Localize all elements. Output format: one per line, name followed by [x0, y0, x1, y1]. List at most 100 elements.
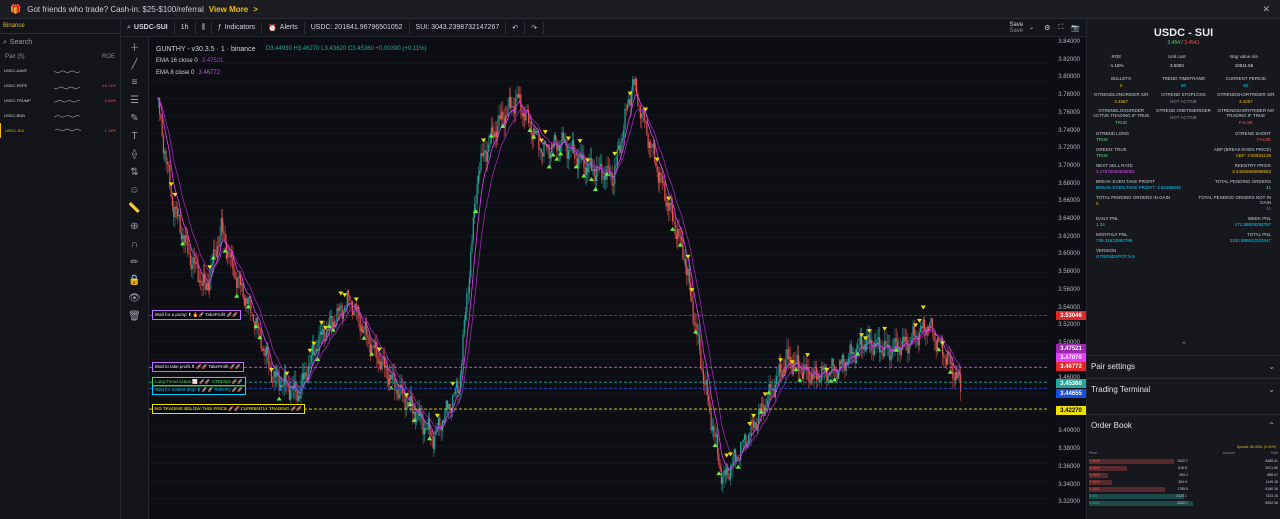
- candle-body: [191, 265, 193, 269]
- candle-body: [237, 278, 239, 288]
- crosshair-icon[interactable]: ＋: [121, 37, 148, 55]
- text-icon[interactable]: T: [121, 127, 148, 145]
- candle-body: [660, 172, 662, 176]
- order-book-row[interactable]: 3.4542 351.9 1145.15: [1089, 480, 1278, 485]
- ob-total: 6388.41: [1265, 459, 1278, 463]
- pair-row[interactable]: USDC-SUI -1.16%: [0, 123, 120, 138]
- candle-body: [794, 362, 796, 365]
- status-value: 0: [1119, 83, 1123, 88]
- emoji-icon[interactable]: ☺: [121, 181, 148, 199]
- order-book-row[interactable]: 3.4539 2432.7 8402.36: [1089, 501, 1278, 506]
- candle-body: [659, 172, 661, 183]
- candle-body: [776, 376, 778, 385]
- stat-value: 2100.888622023447: [1229, 238, 1271, 243]
- brush-icon[interactable]: ✎: [121, 109, 148, 127]
- save-button[interactable]: Save Save: [1003, 22, 1029, 34]
- buy-marker: [832, 377, 838, 382]
- candle-body: [900, 349, 903, 356]
- order-book-row[interactable]: 3.4544 616.8 2021.56: [1089, 466, 1278, 471]
- candle-body: [749, 435, 751, 437]
- pair-row[interactable]: USDC-AAVE: [0, 63, 120, 78]
- candle-body: [338, 307, 341, 311]
- candle-type-button[interactable]: ⫼: [196, 21, 212, 34]
- candle-body: [851, 352, 854, 354]
- ruler-icon[interactable]: 📏: [121, 199, 148, 217]
- fib-icon[interactable]: ☰: [121, 91, 148, 109]
- order-book-row[interactable]: 3.454 2123.1 7333.15: [1089, 494, 1278, 499]
- alerts-button[interactable]: ⏰ Alerts: [262, 21, 305, 34]
- status-cell: BULLETS 0: [1091, 76, 1151, 88]
- exchange-tab[interactable]: Binance: [0, 19, 120, 34]
- gear-icon[interactable]: ⚙: [1044, 24, 1050, 32]
- pair-row[interactable]: USDC-TRUMP -3.85%: [0, 93, 120, 108]
- candle-body: [254, 321, 256, 330]
- sell-marker: [538, 138, 544, 143]
- trendline-icon[interactable]: ╱: [121, 55, 148, 73]
- candle-body: [686, 266, 688, 276]
- candle-body: [504, 115, 507, 127]
- candle-body: [518, 94, 521, 99]
- candle-body: [489, 142, 491, 145]
- candle-body: [596, 166, 598, 182]
- order-book-row[interactable]: 3.4545 1942.7 6388.41: [1089, 459, 1278, 464]
- candle-body: [353, 310, 355, 316]
- redo-button[interactable]: ↷: [525, 21, 544, 34]
- zoom-icon[interactable]: ⊕: [121, 217, 148, 235]
- pair-row[interactable]: USDC-PEPE -16.74%: [0, 78, 120, 93]
- candle-body: [704, 383, 706, 385]
- pair-settings-section[interactable]: Pair settings ⌄: [1087, 355, 1280, 377]
- annotation-reentry: Wait for market drop ⬇ 🚀🚀 ReEntry 🚀🚀: [152, 385, 247, 395]
- collapse-icon[interactable]: ⌃: [1181, 341, 1187, 349]
- pattern-icon[interactable]: ⟠: [121, 145, 148, 163]
- candle-body: [936, 338, 939, 350]
- candle-body: [241, 283, 243, 286]
- horizontal-lines-icon[interactable]: ≡: [121, 73, 148, 91]
- trading-terminal-section[interactable]: Trading Terminal ⌄: [1087, 378, 1280, 400]
- magnet-icon[interactable]: ∩: [121, 235, 148, 253]
- candlestick-chart[interactable]: [149, 37, 1086, 519]
- search-input[interactable]: ⌕ Search: [3, 37, 117, 48]
- candle-body: [778, 364, 780, 377]
- undo-button[interactable]: ↶: [506, 21, 526, 34]
- order-book-row[interactable]: 3.4543 269.4 886.07: [1089, 473, 1278, 478]
- projection-icon[interactable]: ⇅: [121, 163, 148, 181]
- candle-body: [310, 355, 312, 363]
- camera-icon[interactable]: 📷: [1071, 24, 1080, 32]
- sparkline: [54, 114, 81, 118]
- candle-body: [549, 152, 552, 159]
- bag-label: Bag value n/a: [1230, 54, 1258, 59]
- buy-marker: [361, 335, 367, 340]
- candle-body: [638, 105, 640, 107]
- candle-body: [426, 429, 428, 430]
- stat-label: NEXT SELL RATE: [1096, 163, 1133, 168]
- candle-body: [494, 131, 496, 138]
- trash-icon[interactable]: 🗑: [121, 307, 148, 325]
- indicators-button[interactable]: ƒ Indicators: [212, 21, 263, 34]
- pencil-lock-icon[interactable]: ✏: [121, 253, 148, 271]
- order-book-row[interactable]: 3.4541 1785.5 6180.36: [1089, 487, 1278, 492]
- pair-row[interactable]: USDC-BNB: [0, 108, 120, 123]
- sell-marker: [778, 358, 784, 363]
- candle-body: [953, 378, 955, 381]
- chevron-down-icon[interactable]: ⌄: [1029, 24, 1034, 31]
- candle-body: [637, 93, 639, 106]
- price-chart[interactable]: GUNTHY - v30.3.5 · 1 · binance O3.44930 H…: [149, 37, 1086, 519]
- eye-icon[interactable]: 👁: [121, 289, 148, 307]
- candle-body: [345, 306, 347, 308]
- interval-button[interactable]: 1h: [175, 21, 196, 34]
- fullscreen-icon[interactable]: ⛶: [1058, 24, 1063, 32]
- order-book-section[interactable]: Order Book ⌃: [1087, 414, 1280, 436]
- candle-body: [628, 98, 630, 105]
- candle-body: [907, 340, 909, 354]
- candle-body: [175, 206, 177, 209]
- symbol-search[interactable]: ⌕ USDC-SUI: [121, 21, 175, 34]
- candle-body: [320, 331, 323, 335]
- stats-grid: GTREND LONG TRUE GTREND SHORT FALSE GREEN: T…: [1091, 131, 1276, 259]
- lock-icon[interactable]: 🔒: [121, 271, 148, 289]
- ob-total: 2021.56: [1265, 466, 1278, 470]
- close-icon[interactable]: ✕: [1262, 4, 1270, 15]
- candle-body: [331, 315, 333, 327]
- view-more-link[interactable]: View More: [209, 5, 248, 14]
- candle-body: [598, 167, 600, 169]
- candle-body: [259, 328, 261, 330]
